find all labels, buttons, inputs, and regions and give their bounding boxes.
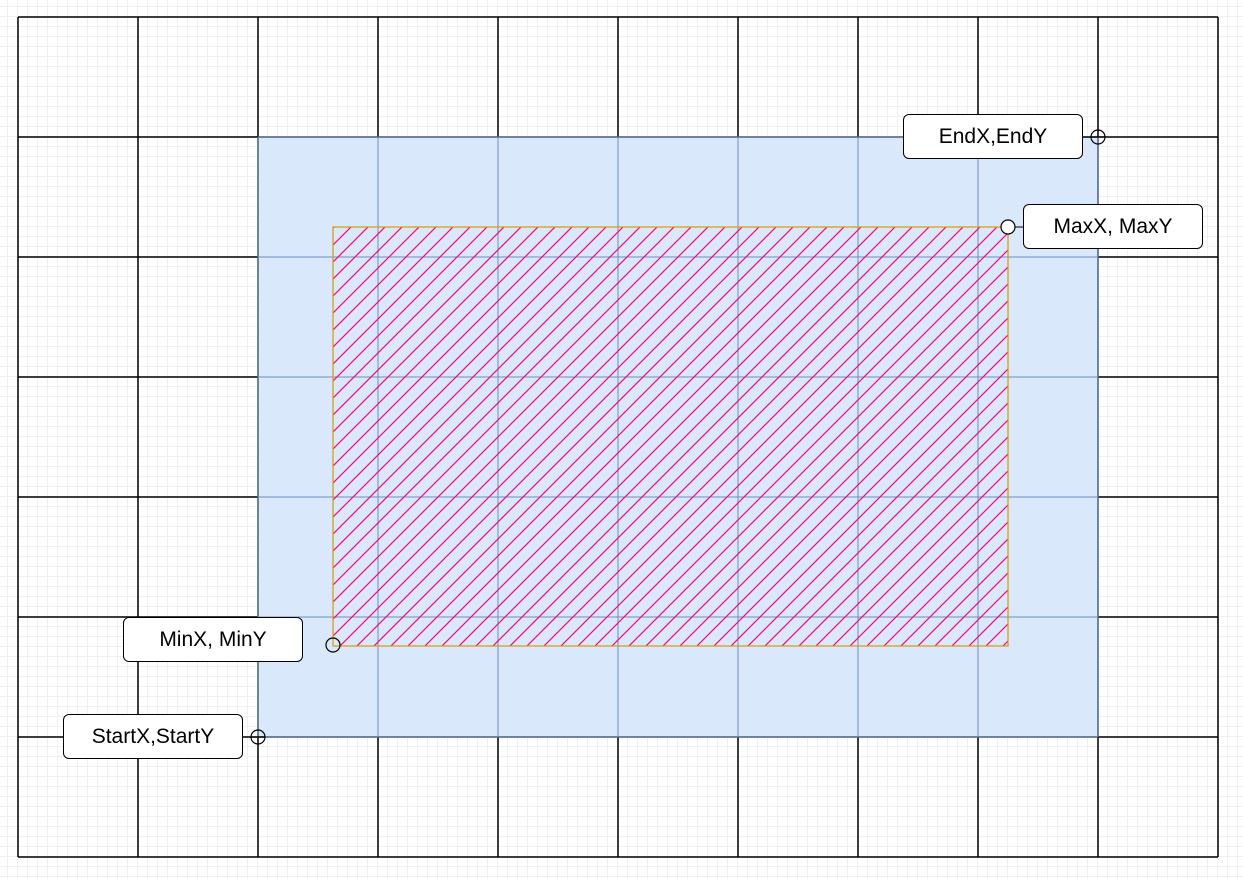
- end-point-label[interactable]: EndX,EndY: [903, 114, 1083, 159]
- max-point-label[interactable]: MaxX, MaxY: [1023, 204, 1203, 249]
- min-point-label[interactable]: MinX, MinY: [123, 617, 303, 662]
- hatched-area: [332, 226, 1009, 647]
- max-point-marker[interactable]: [1000, 219, 1016, 235]
- start-point-label[interactable]: StartX,StartY: [63, 714, 243, 759]
- diagram-canvas: EndX,EndY MaxX, MaxY MinX, MinY StartX,S…: [0, 0, 1243, 879]
